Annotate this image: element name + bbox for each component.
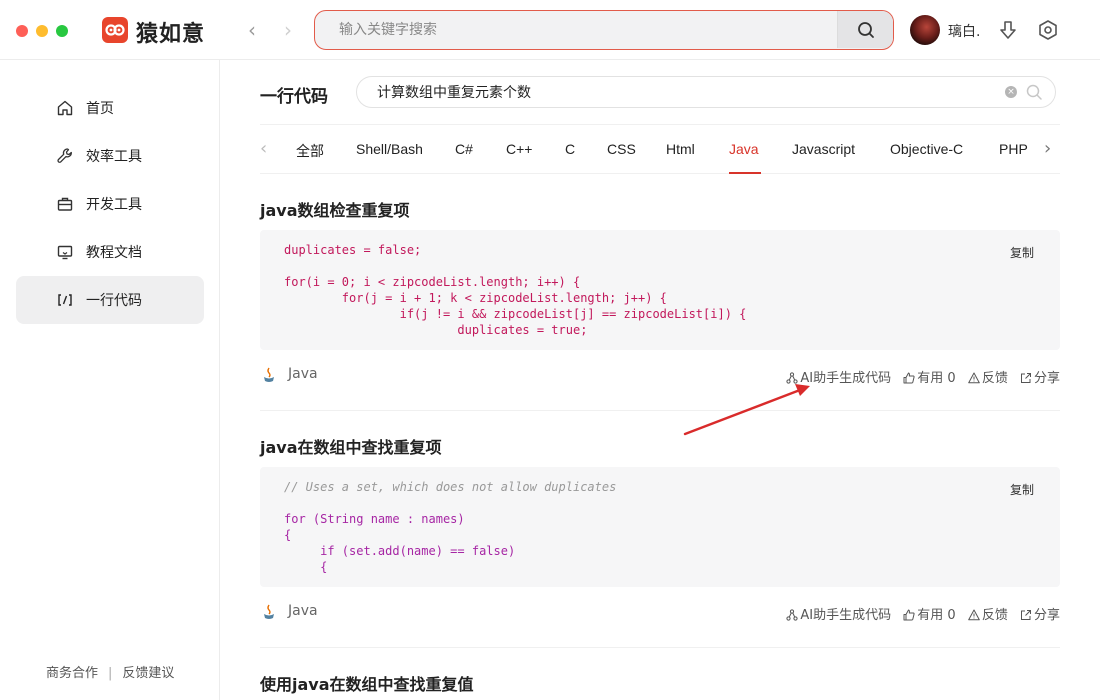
sidebar-item-tutorial-docs[interactable]: 教程文档 xyxy=(16,228,204,276)
warning-icon xyxy=(968,609,980,621)
snippet-actions: AI助手生成代码 有用 0 反馈 分享 xyxy=(778,367,1060,386)
snippet-search: × xyxy=(356,76,1056,108)
ai-generate-button[interactable]: AI助手生成代码 xyxy=(786,604,891,623)
global-search-button[interactable] xyxy=(837,11,893,48)
tab-c[interactable]: C xyxy=(565,141,575,157)
sidebar-item-one-line-code[interactable]: 一行代码 xyxy=(16,276,204,324)
sidebar: 首页 效率工具 开发工具 教程文档 一行代码 商务合作 | 反馈建议 xyxy=(0,60,220,700)
share-button[interactable]: 分享 xyxy=(1020,604,1060,623)
copy-button[interactable]: 复制 xyxy=(1010,481,1034,498)
app-logo-icon xyxy=(102,17,128,43)
thumbs-up-icon xyxy=(903,609,915,621)
thumbs-up-icon xyxy=(903,372,915,384)
settings-icon[interactable] xyxy=(1036,18,1060,42)
code-block: duplicates = false; for(i = 0; i < zipco… xyxy=(260,230,1060,350)
code-block: // Uses a set, which does not allow dupl… xyxy=(260,467,1060,587)
global-search-input[interactable] xyxy=(315,11,837,48)
ai-nodes-icon xyxy=(786,609,799,621)
sidebar-item-efficiency-tools[interactable]: 效率工具 xyxy=(16,132,204,180)
snippet-divider xyxy=(260,410,1060,411)
code-text: duplicates = false; for(i = 0; i < zipco… xyxy=(284,243,747,337)
share-icon xyxy=(1020,373,1031,383)
tab-shell-bash[interactable]: Shell/Bash xyxy=(356,141,423,157)
language-label: Java xyxy=(288,603,318,619)
footer-separator: | xyxy=(108,666,113,681)
snippet-title[interactable]: 使用java在数组中查找重复值 xyxy=(260,671,474,695)
title-bar: 猿如意 ‹ › 璃白. xyxy=(0,0,1100,60)
tab-objective-c[interactable]: Objective-C xyxy=(890,141,963,157)
ai-generate-button[interactable]: AI助手生成代码 xyxy=(786,367,891,386)
main-content: 一行代码 × ‹ 全部 Shell/Bash C# C++ C CSS Html… xyxy=(220,60,1100,700)
wrench-icon xyxy=(57,148,72,163)
code-text: // Uses a set, which does not allow dupl… xyxy=(284,480,617,574)
share-button[interactable]: 分享 xyxy=(1020,367,1060,386)
snippet-actions: AI助手生成代码 有用 0 反馈 分享 xyxy=(778,604,1060,623)
copy-button[interactable]: 复制 xyxy=(1010,244,1034,261)
useful-button[interactable]: 有用 0 xyxy=(903,604,956,623)
snippet-meta: Java AI助手生成代码 有用 0 反馈 分享 xyxy=(260,600,1060,624)
tabs-prev-arrow[interactable]: ‹ xyxy=(260,138,267,159)
code-bracket-icon xyxy=(58,294,72,306)
tab-cpp[interactable]: C++ xyxy=(506,141,532,157)
clear-search-icon[interactable]: × xyxy=(1005,86,1017,98)
useful-button[interactable]: 有用 0 xyxy=(903,367,956,386)
feedback-button[interactable]: 反馈 xyxy=(968,604,1008,623)
sidebar-item-label: 教程文档 xyxy=(86,245,142,261)
sidebar-item-home[interactable]: 首页 xyxy=(16,84,204,132)
ai-nodes-icon xyxy=(786,372,799,384)
tab-javascript[interactable]: Javascript xyxy=(792,141,855,157)
user-name[interactable]: 璃白. xyxy=(948,21,980,41)
toolbox-icon xyxy=(57,197,73,211)
global-search xyxy=(314,10,894,50)
share-icon xyxy=(1020,610,1031,620)
tab-all[interactable]: 全部 xyxy=(296,141,324,161)
feedback-link[interactable]: 反馈建议 xyxy=(122,666,174,681)
language-label: Java xyxy=(288,366,318,382)
sidebar-item-label: 一行代码 xyxy=(86,293,142,309)
window-zoom-button[interactable] xyxy=(56,25,68,37)
monitor-icon xyxy=(57,245,73,260)
snippet-title[interactable]: java在数组中查找重复项 xyxy=(260,434,442,458)
window-minimize-button[interactable] xyxy=(36,25,48,37)
forward-button[interactable]: › xyxy=(276,18,300,42)
feedback-button[interactable]: 反馈 xyxy=(968,367,1008,386)
language-tabs: ‹ 全部 Shell/Bash C# C++ C CSS Html Java J… xyxy=(260,124,1060,174)
snippet-meta: Java AI助手生成代码 有用 0 反馈 分享 xyxy=(260,363,1060,387)
search-icon[interactable] xyxy=(1025,83,1043,101)
sidebar-item-label: 开发工具 xyxy=(86,197,142,213)
tabs-next-arrow[interactable]: › xyxy=(1044,138,1051,159)
warning-icon xyxy=(968,372,980,384)
sidebar-item-dev-tools[interactable]: 开发工具 xyxy=(16,180,204,228)
snippet-search-input[interactable] xyxy=(357,77,997,107)
sidebar-item-label: 效率工具 xyxy=(86,149,142,165)
download-icon[interactable] xyxy=(996,18,1020,42)
java-icon xyxy=(264,604,274,619)
tab-html[interactable]: Html xyxy=(666,141,695,157)
sidebar-footer: 商务合作 | 反馈建议 xyxy=(46,662,174,681)
sidebar-item-label: 首页 xyxy=(86,101,114,117)
tab-java[interactable]: Java xyxy=(729,141,759,157)
tab-csharp[interactable]: C# xyxy=(455,141,473,157)
window-close-button[interactable] xyxy=(16,25,28,37)
search-icon xyxy=(858,22,874,38)
business-cooperation-link[interactable]: 商务合作 xyxy=(46,666,98,681)
active-tab-indicator xyxy=(729,172,761,174)
page-title: 一行代码 xyxy=(260,87,328,107)
snippet-title[interactable]: java数组检查重复项 xyxy=(260,197,410,221)
back-button[interactable]: ‹ xyxy=(240,18,264,42)
tab-css[interactable]: CSS xyxy=(607,141,636,157)
java-icon xyxy=(264,367,274,382)
avatar[interactable] xyxy=(910,15,940,45)
snippet-divider xyxy=(260,647,1060,648)
tab-php[interactable]: PHP xyxy=(999,141,1028,157)
home-icon xyxy=(57,100,73,116)
app-name: 猿如意 xyxy=(136,22,206,47)
